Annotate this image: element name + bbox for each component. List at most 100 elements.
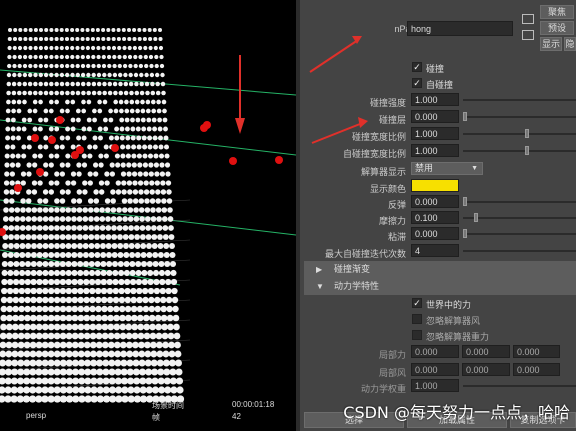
particle [126,162,132,168]
particle [137,171,143,177]
collide-width-scale-field[interactable]: 1.000 [411,127,459,140]
stickiness-field[interactable]: 0.000 [411,227,459,240]
3d-viewport[interactable]: persp 场景时间 帧 00:00:01:18 42 [0,0,296,431]
particle [5,135,11,141]
particle [85,36,90,42]
friction-slider[interactable] [463,217,576,219]
particle [155,323,162,331]
particle [11,350,19,358]
particle [71,341,79,349]
bounce-handle[interactable] [463,197,467,206]
max-self-collide-iterations-field[interactable]: 4 [411,244,459,257]
self-collide-width-scale-field[interactable]: 1.000 [411,144,459,157]
collision-layer-handle[interactable] [463,112,467,121]
collide-width-scale-slider[interactable] [463,133,576,135]
friction-handle[interactable] [474,213,478,222]
particle [77,287,84,295]
local-wind-z-field[interactable]: 0.000 [513,363,560,376]
collide-width-scale-handle[interactable] [525,129,529,138]
particle [139,225,146,231]
collision-ramps-section[interactable]: ▶ 碰撞渐变 [304,261,576,278]
particle [129,108,135,114]
self-collide-width-scale-handle[interactable] [525,146,529,155]
particle [132,28,137,32]
display-color-swatch[interactable] [411,179,459,192]
particle [119,126,125,132]
output-connection-icon[interactable] [522,14,534,24]
particle [65,314,73,322]
local-wind-y-field[interactable]: 0.000 [462,363,510,376]
particle [112,278,119,286]
presets-button[interactable]: 预设 [540,21,574,35]
particle [33,63,38,69]
collision-layer-slider[interactable] [463,116,576,118]
collision-layer-field[interactable]: 0.000 [411,110,459,123]
particle [128,72,133,78]
particle [154,171,160,177]
particle [160,314,168,322]
particle [169,252,176,258]
particle [36,296,43,304]
particle [111,252,118,258]
expand-arrow-icon: ▶ [316,265,323,274]
collide-checkbox[interactable]: ✓ [412,62,422,72]
stickiness-handle[interactable] [463,229,467,238]
ignore-solver-gravity-checkbox[interactable] [412,330,422,340]
particle [148,36,153,42]
particle [122,36,127,42]
particle [133,225,140,231]
self-collide-checkbox[interactable]: ✓ [412,78,422,88]
show-button[interactable]: 显示 [540,37,562,51]
particle [126,171,132,177]
particle [36,243,43,249]
collide-strength-field[interactable]: 1.000 [411,93,459,106]
world-force-checkbox[interactable]: ✓ [412,298,422,308]
particle [138,189,144,195]
particle [139,90,145,96]
node-name-field[interactable]: hong [407,21,513,36]
max-self-collide-iterations-slider[interactable] [463,250,576,252]
focus-button[interactable]: 聚焦 [540,5,574,19]
particle [41,368,49,376]
bounce-field[interactable]: 0.000 [411,195,459,208]
friction-field[interactable]: 0.100 [411,211,459,224]
particle [87,171,93,177]
self-collide-width-scale-slider[interactable] [463,150,576,152]
particle [158,45,164,51]
particle [19,252,26,258]
particle [133,207,139,213]
particle [133,63,138,69]
particle [163,126,168,132]
particle [155,198,161,204]
particle [77,252,84,258]
local-force-x-field[interactable]: 0.000 [411,345,459,358]
dynamic-weight-field[interactable]: 1.000 [411,379,459,392]
particle [3,180,10,186]
particle [163,135,169,141]
stickiness-slider[interactable] [463,233,576,235]
particle [108,368,116,376]
particle [59,368,67,376]
local-force-y-field[interactable]: 0.000 [462,345,510,358]
camera-label: persp [26,411,47,420]
dynamic-properties-section[interactable]: ▼ 动力学特性 [304,278,576,295]
local-force-z-field[interactable]: 0.000 [513,345,560,358]
local-wind-x-field[interactable]: 0.000 [411,363,459,376]
particle [38,81,43,87]
particle [35,323,43,331]
ignore-solver-wind-checkbox[interactable] [412,314,422,324]
particle [143,171,149,177]
input-connection-icon[interactable] [522,30,534,40]
collide-strength-slider[interactable] [463,99,576,101]
particle [130,117,135,123]
particle [94,260,101,268]
dynamic-weight-slider[interactable] [463,385,576,387]
particle [113,314,120,322]
hide-button[interactable]: 隐 [564,37,576,51]
particle [137,28,142,32]
particle [17,90,22,96]
particle [15,162,21,168]
particle [65,252,72,258]
bounce-slider[interactable] [463,201,576,203]
solver-display-select[interactable]: 禁用 ▼ [411,162,483,175]
